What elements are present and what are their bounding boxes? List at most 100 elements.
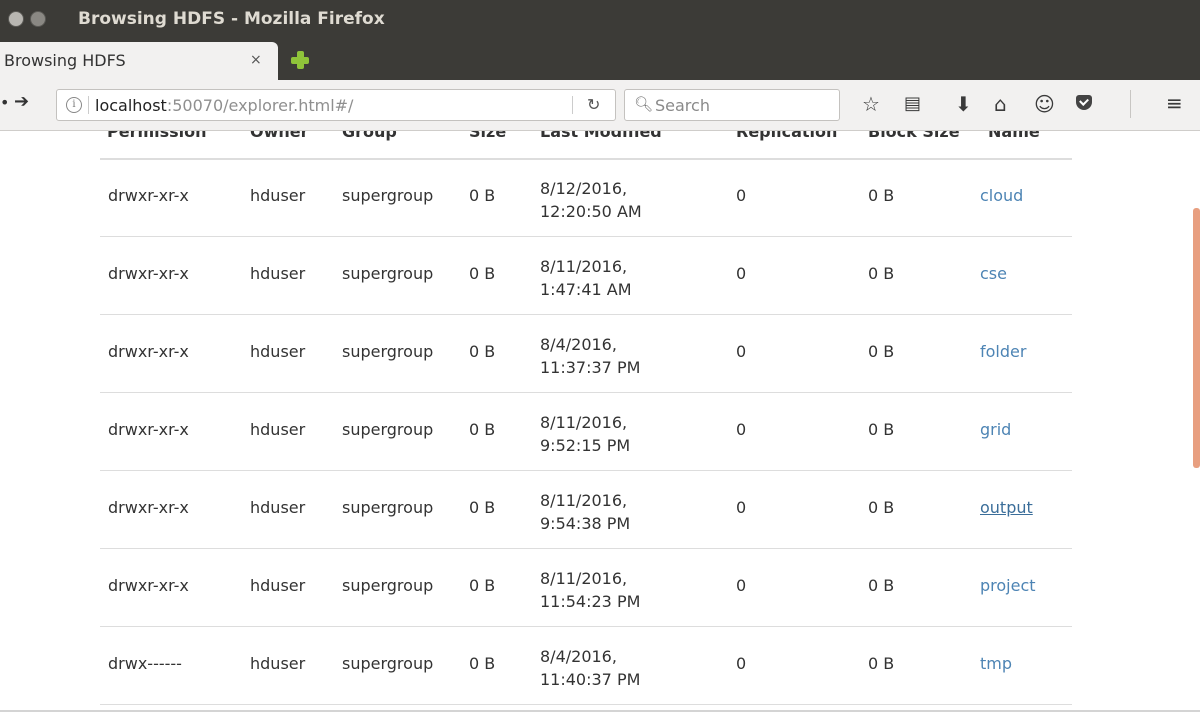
cell-date: 8/12/2016, <box>540 179 628 198</box>
url-path: :50070/explorer.html#/ <box>166 96 354 115</box>
directory-link-cse[interactable]: cse <box>980 264 1007 283</box>
forward-arrow-icon[interactable]: ➔ <box>14 91 29 112</box>
directory-link-tmp[interactable]: tmp <box>980 654 1012 673</box>
cell-owner: hduser <box>250 342 306 361</box>
info-icon[interactable]: i <box>66 97 82 113</box>
bookmark-star-icon[interactable]: ☆ <box>862 92 880 116</box>
home-icon[interactable]: ⌂ <box>994 92 1007 116</box>
cell-time: 9:54:38 PM <box>540 514 631 533</box>
cell-block-size: 0 B <box>868 420 895 439</box>
column-header-last-modified[interactable]: Last Modified <box>540 131 662 141</box>
cell-block-size: 0 B <box>868 654 895 673</box>
navigation-bar: • ➔ i localhost:50070/explorer.html#/ ↻ … <box>0 80 1200 131</box>
cell-date: 8/11/2016, <box>540 569 628 588</box>
column-header-replication[interactable]: Replication <box>736 131 837 141</box>
reload-icon[interactable]: ↻ <box>587 95 600 114</box>
column-header-name[interactable]: Name <box>988 131 1040 141</box>
url-bar[interactable]: i localhost:50070/explorer.html#/ ↻ <box>56 89 616 121</box>
cell-date: 8/4/2016, <box>540 647 617 666</box>
tab-browsing-hdfs[interactable]: Browsing HDFS × <box>0 42 278 80</box>
table-row: drwxr-xr-x hduser supergroup 0 B 8/4/201… <box>100 315 1072 393</box>
cell-time: 11:40:37 PM <box>540 670 641 689</box>
cell-permission: drwxr-xr-x <box>108 264 189 283</box>
page-bottom-rule <box>0 710 1200 712</box>
cell-permission: drwxr-xr-x <box>108 420 189 439</box>
menu-divider <box>1130 90 1131 118</box>
cell-permission: drwx------ <box>108 654 182 673</box>
cell-last-modified: 8/11/2016, 9:52:15 PM <box>540 411 630 457</box>
cell-last-modified: 8/4/2016, 11:40:37 PM <box>540 645 640 691</box>
cell-group: supergroup <box>342 264 434 283</box>
cell-owner: hduser <box>250 654 306 673</box>
search-icon: 🔍︎ <box>634 95 654 113</box>
tab-label: Browsing HDFS <box>4 51 126 70</box>
search-bar[interactable]: 🔍︎ <box>624 89 840 121</box>
scrollbar-thumb[interactable] <box>1193 208 1200 468</box>
cell-replication: 0 <box>736 498 747 517</box>
directory-link-cloud[interactable]: cloud <box>980 186 1023 205</box>
cell-replication: 0 <box>736 186 747 205</box>
url-divider <box>88 96 89 114</box>
cell-date: 8/11/2016, <box>540 413 628 432</box>
cell-size: 0 B <box>469 186 496 205</box>
hamburger-menu-icon[interactable]: ≡ <box>1166 91 1183 115</box>
window-minimize-button[interactable] <box>30 11 46 27</box>
page-content: Permission Owner Group Size Last Modifie… <box>0 131 1200 715</box>
directory-link-folder[interactable]: folder <box>980 342 1026 361</box>
reading-list-icon[interactable]: ▤ <box>904 92 921 116</box>
cell-date: 8/11/2016, <box>540 257 628 276</box>
back-button[interactable]: • <box>0 93 9 112</box>
cell-last-modified: 8/11/2016, 9:54:38 PM <box>540 489 630 535</box>
pocket-icon[interactable] <box>1076 95 1092 110</box>
cell-time: 11:54:23 PM <box>540 592 641 611</box>
cell-owner: hduser <box>250 264 306 283</box>
column-header-size[interactable]: Size <box>469 131 506 141</box>
url-text[interactable]: localhost:50070/explorer.html#/ <box>95 96 353 115</box>
cell-owner: hduser <box>250 186 306 205</box>
cell-owner: hduser <box>250 420 306 439</box>
cell-size: 0 B <box>469 264 496 283</box>
cell-date: 8/11/2016, <box>540 491 628 510</box>
cell-time: 11:37:37 PM <box>540 358 641 377</box>
cell-last-modified: 8/12/2016, 12:20:50 AM <box>540 177 642 223</box>
cell-replication: 0 <box>736 264 747 283</box>
cell-last-modified: 8/11/2016, 1:47:41 AM <box>540 255 632 301</box>
column-header-permission[interactable]: Permission <box>107 131 207 141</box>
directory-link-grid[interactable]: grid <box>980 420 1011 439</box>
cell-last-modified: 8/4/2016, 11:37:37 PM <box>540 333 640 379</box>
close-tab-icon[interactable]: × <box>250 52 262 68</box>
table-row: drwxr-xr-x hduser supergroup 0 B 8/11/20… <box>100 237 1072 315</box>
cell-time: 12:20:50 AM <box>540 202 642 221</box>
cell-permission: drwxr-xr-x <box>108 498 189 517</box>
cell-owner: hduser <box>250 498 306 517</box>
cell-permission: drwxr-xr-x <box>108 576 189 595</box>
cell-last-modified: 8/11/2016, 11:54:23 PM <box>540 567 640 613</box>
cell-size: 0 B <box>469 498 496 517</box>
window-close-button[interactable] <box>8 11 24 27</box>
window-title: Browsing HDFS - Mozilla Firefox <box>78 9 385 29</box>
table-row: drwxr-xr-x hduser supergroup 0 B 8/11/20… <box>100 393 1072 471</box>
cell-replication: 0 <box>736 654 747 673</box>
chat-icon[interactable]: ☺ <box>1034 92 1055 116</box>
cell-block-size: 0 B <box>868 342 895 361</box>
directory-link-project[interactable]: project <box>980 576 1036 595</box>
search-input[interactable] <box>653 93 837 117</box>
cell-block-size: 0 B <box>868 264 895 283</box>
new-tab-icon[interactable] <box>290 50 310 70</box>
column-header-owner[interactable]: Owner <box>250 131 309 141</box>
column-header-group[interactable]: Group <box>342 131 397 141</box>
table-header: Permission Owner Group Size Last Modifie… <box>100 131 1072 160</box>
cell-time: 9:52:15 PM <box>540 436 631 455</box>
url-host: localhost <box>95 96 167 115</box>
table-row: drwxr-xr-x hduser supergroup 0 B 8/11/20… <box>100 471 1072 549</box>
column-header-block-size[interactable]: Block Size <box>868 131 960 141</box>
cell-block-size: 0 B <box>868 498 895 517</box>
download-icon[interactable]: ⬇ <box>955 92 972 116</box>
cell-size: 0 B <box>469 420 496 439</box>
cell-replication: 0 <box>736 420 747 439</box>
cell-group: supergroup <box>342 576 434 595</box>
cell-size: 0 B <box>469 342 496 361</box>
cell-group: supergroup <box>342 498 434 517</box>
tab-strip: Browsing HDFS × <box>0 40 1200 80</box>
directory-link-output[interactable]: output <box>980 498 1033 517</box>
